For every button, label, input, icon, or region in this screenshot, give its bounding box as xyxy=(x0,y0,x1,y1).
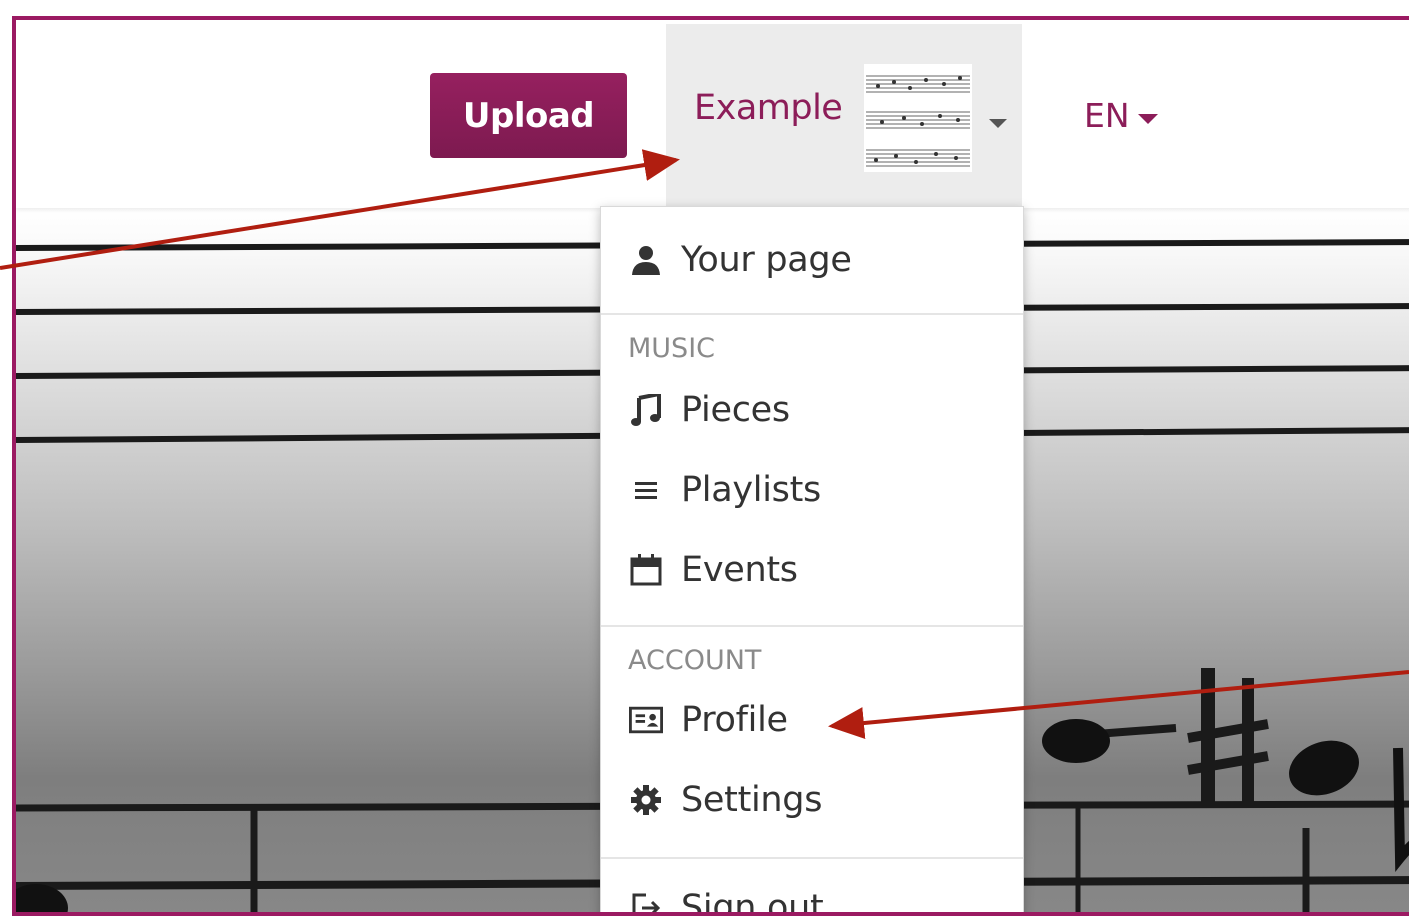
menu-item-profile[interactable]: Profile xyxy=(601,685,1023,755)
menu-item-settings[interactable]: Settings xyxy=(601,765,1023,835)
menu-header-music: MUSIC xyxy=(628,333,716,364)
chevron-down-icon xyxy=(989,119,1007,128)
sheet-music-thumbnail xyxy=(866,75,970,167)
chevron-down-icon xyxy=(1138,114,1158,124)
language-label: EN xyxy=(1084,96,1130,135)
user-icon xyxy=(629,243,663,277)
user-avatar xyxy=(864,64,972,172)
menu-item-pieces[interactable]: Pieces xyxy=(601,375,1023,445)
menu-item-label: Playlists xyxy=(681,470,821,510)
screenshot-frame: Upload Example EN Your page MUSIC Pieces… xyxy=(12,16,1409,916)
menu-item-label: Your page xyxy=(681,240,852,280)
menu-divider xyxy=(601,625,1023,627)
language-selector[interactable]: EN xyxy=(1084,96,1174,146)
gear-icon xyxy=(629,783,663,817)
list-icon xyxy=(629,473,663,507)
upload-button[interactable]: Upload xyxy=(430,73,627,158)
menu-item-label: Pieces xyxy=(681,390,790,430)
music-note-icon xyxy=(629,393,663,427)
sign-out-icon xyxy=(629,891,663,912)
user-name: Example xyxy=(694,88,843,128)
id-card-icon xyxy=(629,703,663,737)
menu-item-your-page[interactable]: Your page xyxy=(601,225,1023,295)
menu-item-label: Sign out xyxy=(681,888,824,916)
menu-divider xyxy=(601,313,1023,315)
menu-divider xyxy=(601,857,1023,859)
calendar-icon xyxy=(629,553,663,587)
menu-item-label: Profile xyxy=(681,700,788,740)
user-dropdown-menu: Your page MUSIC Pieces Playlists Events … xyxy=(600,206,1024,916)
menu-item-sign-out[interactable]: Sign out xyxy=(601,873,1023,916)
menu-item-label: Settings xyxy=(681,780,823,820)
user-menu-toggle[interactable]: Example xyxy=(666,24,1022,208)
menu-item-events[interactable]: Events xyxy=(601,535,1023,605)
top-navbar: Upload Example EN xyxy=(16,20,1409,208)
menu-item-label: Events xyxy=(681,550,798,590)
menu-header-account: ACCOUNT xyxy=(628,645,762,676)
menu-item-playlists[interactable]: Playlists xyxy=(601,455,1023,525)
